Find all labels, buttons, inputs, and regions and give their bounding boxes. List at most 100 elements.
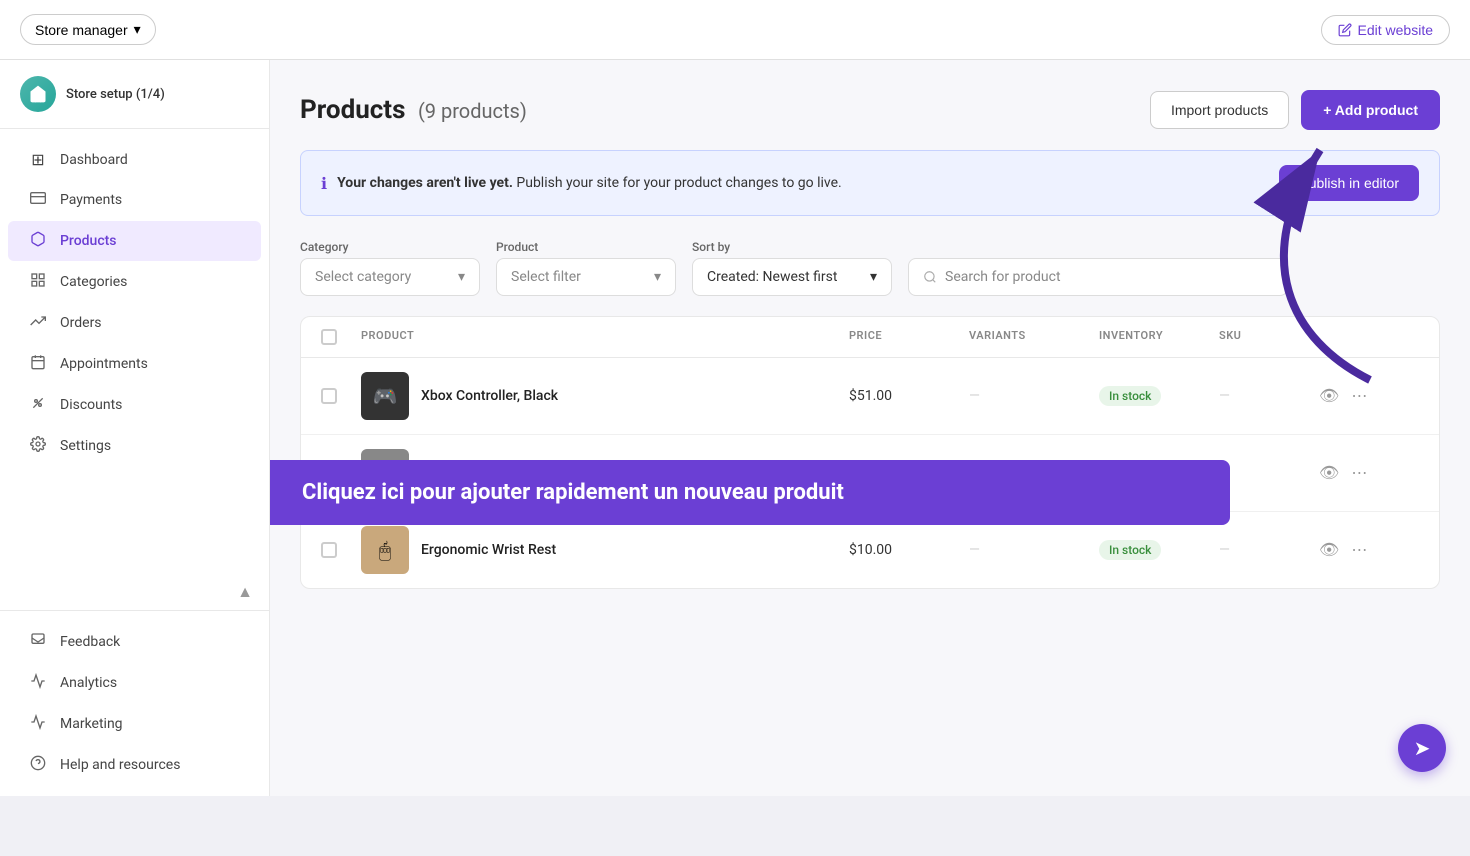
chevron-down-icon: ▾: [870, 269, 877, 285]
orders-icon: [28, 313, 48, 333]
sidebar-item-payments[interactable]: Payments: [8, 180, 261, 220]
sidebar-item-feedback[interactable]: Feedback: [8, 622, 261, 662]
sidebar-item-categories[interactable]: Categories: [8, 262, 261, 302]
search-icon: [923, 270, 937, 284]
product-cell: 🖱 Ergonomic Wrist Rest: [361, 526, 849, 574]
row-actions: 👁 ⋯: [1319, 386, 1379, 406]
setup-icon: [20, 76, 56, 112]
sidebar: Store setup (1/4) ⊞ Dashboard Payments P…: [0, 60, 270, 796]
product-label: Product: [496, 240, 676, 254]
header-sku: SKU: [1219, 329, 1319, 345]
category-select[interactable]: Select category ▾: [300, 258, 480, 296]
header-price: PRICE: [849, 329, 969, 345]
sidebar-item-settings[interactable]: Settings: [8, 426, 261, 466]
add-product-button[interactable]: + Add product: [1301, 90, 1440, 130]
sidebar-item-analytics[interactable]: Analytics: [8, 663, 261, 703]
more-button[interactable]: ⋯: [1351, 540, 1367, 560]
marketing-icon: [28, 714, 48, 734]
alert-text: Your changes aren't live yet. Publish yo…: [337, 175, 842, 191]
sidebar-item-dashboard[interactable]: ⊞ Dashboard: [8, 140, 261, 179]
sidebar-item-orders[interactable]: Orders: [8, 303, 261, 343]
sidebar-item-marketing[interactable]: Marketing: [8, 704, 261, 744]
sidebar-item-label: Orders: [60, 315, 102, 331]
chevron-down-icon: ▾: [134, 21, 141, 38]
help-icon: [28, 755, 48, 775]
sidebar-item-label: Settings: [60, 438, 111, 454]
products-icon: [28, 231, 48, 251]
edit-website-button[interactable]: Edit website: [1321, 15, 1450, 45]
appointments-icon: [28, 354, 48, 374]
filters-row: Category Select category ▾ Product Selec…: [300, 240, 1440, 296]
sidebar-item-products[interactable]: Products: [8, 221, 261, 261]
collapse-button[interactable]: ▲: [237, 584, 253, 602]
import-products-button[interactable]: Import products: [1150, 91, 1289, 129]
feedback-icon: [28, 632, 48, 652]
view-button[interactable]: 👁: [1319, 386, 1339, 406]
fab-button[interactable]: ➤: [1398, 724, 1446, 772]
sidebar-item-label: Payments: [60, 192, 122, 208]
row-checkbox[interactable]: [321, 388, 361, 404]
sidebar-item-label: Marketing: [60, 716, 123, 732]
sidebar-item-help[interactable]: Help and resources: [8, 745, 261, 785]
app-layout: Store setup (1/4) ⊞ Dashboard Payments P…: [0, 60, 1470, 796]
sort-select[interactable]: Created: Newest first ▾: [692, 258, 892, 296]
header-actions: Import products + Add product: [1150, 90, 1440, 130]
store-manager-label: Store manager: [35, 22, 128, 38]
sort-value: Created: Newest first: [707, 269, 837, 285]
alert-content: ℹ Your changes aren't live yet. Publish …: [321, 174, 842, 193]
header-actions: [1319, 329, 1379, 345]
sidebar-item-discounts[interactable]: Discounts: [8, 385, 261, 425]
header-checkbox-col: [321, 329, 361, 345]
sidebar-item-label: Discounts: [60, 397, 122, 413]
product-filter-group: Product Select filter ▾: [496, 240, 676, 296]
page-title: Products (9 products): [300, 95, 527, 125]
table-header: PRODUCT PRICE VARIANTS INVENTORY SKU: [301, 317, 1439, 358]
row-actions: 👁 ⋯: [1319, 540, 1379, 560]
overlay-tooltip: Cliquez ici pour ajouter rapidement un n…: [270, 460, 1230, 525]
sidebar-item-label: Products: [60, 233, 117, 249]
search-group: Search for product: [908, 240, 1440, 296]
view-button[interactable]: 👁: [1319, 540, 1339, 560]
sidebar-bottom: Feedback Analytics Marketing Help and re…: [0, 610, 269, 796]
product-placeholder: Select filter: [511, 269, 581, 285]
more-button[interactable]: ⋯: [1351, 463, 1367, 483]
dashboard-icon: ⊞: [28, 150, 48, 169]
product-price: $51.00: [849, 388, 969, 404]
product-count: (9 products): [418, 99, 527, 123]
product-sku: —: [1219, 388, 1319, 404]
store-manager-button[interactable]: Store manager ▾: [20, 14, 156, 45]
product-variants: —: [969, 542, 1099, 558]
setup-label: Store setup (1/4): [66, 87, 165, 102]
product-name: Xbox Controller, Black: [421, 388, 558, 404]
sidebar-item-appointments[interactable]: Appointments: [8, 344, 261, 384]
product-sku: —: [1219, 542, 1319, 558]
row-checkbox[interactable]: [321, 542, 361, 558]
sidebar-item-label: Analytics: [60, 675, 117, 691]
row-actions: 👁 ⋯: [1319, 463, 1379, 483]
search-placeholder: Search for product: [945, 269, 1061, 285]
pencil-icon: [1338, 23, 1352, 37]
select-all-checkbox[interactable]: [321, 329, 337, 345]
header-inventory: INVENTORY: [1099, 329, 1219, 345]
publish-in-editor-button[interactable]: Publish in editor: [1279, 165, 1419, 201]
product-thumbnail: 🎮: [361, 372, 409, 420]
sidebar-nav: ⊞ Dashboard Payments Products Categorie: [0, 129, 269, 580]
sidebar-setup-item[interactable]: Store setup (1/4): [0, 60, 269, 129]
category-label: Category: [300, 240, 480, 254]
product-select[interactable]: Select filter ▾: [496, 258, 676, 296]
sidebar-collapse: ▲: [0, 580, 269, 610]
sidebar-item-label: Feedback: [60, 634, 120, 650]
analytics-icon: [28, 673, 48, 693]
more-button[interactable]: ⋯: [1351, 386, 1367, 406]
search-box[interactable]: Search for product: [908, 258, 1288, 296]
fab-icon: ➤: [1414, 736, 1431, 760]
sort-label: Sort by: [692, 240, 892, 254]
category-filter-group: Category Select category ▾: [300, 240, 480, 296]
info-icon: ℹ: [321, 174, 327, 193]
header-product: PRODUCT: [361, 329, 849, 345]
chevron-down-icon: ▾: [458, 269, 465, 285]
category-placeholder: Select category: [315, 269, 411, 285]
edit-website-label: Edit website: [1358, 22, 1433, 38]
sidebar-item-label: Appointments: [60, 356, 148, 372]
view-button[interactable]: 👁: [1319, 463, 1339, 483]
